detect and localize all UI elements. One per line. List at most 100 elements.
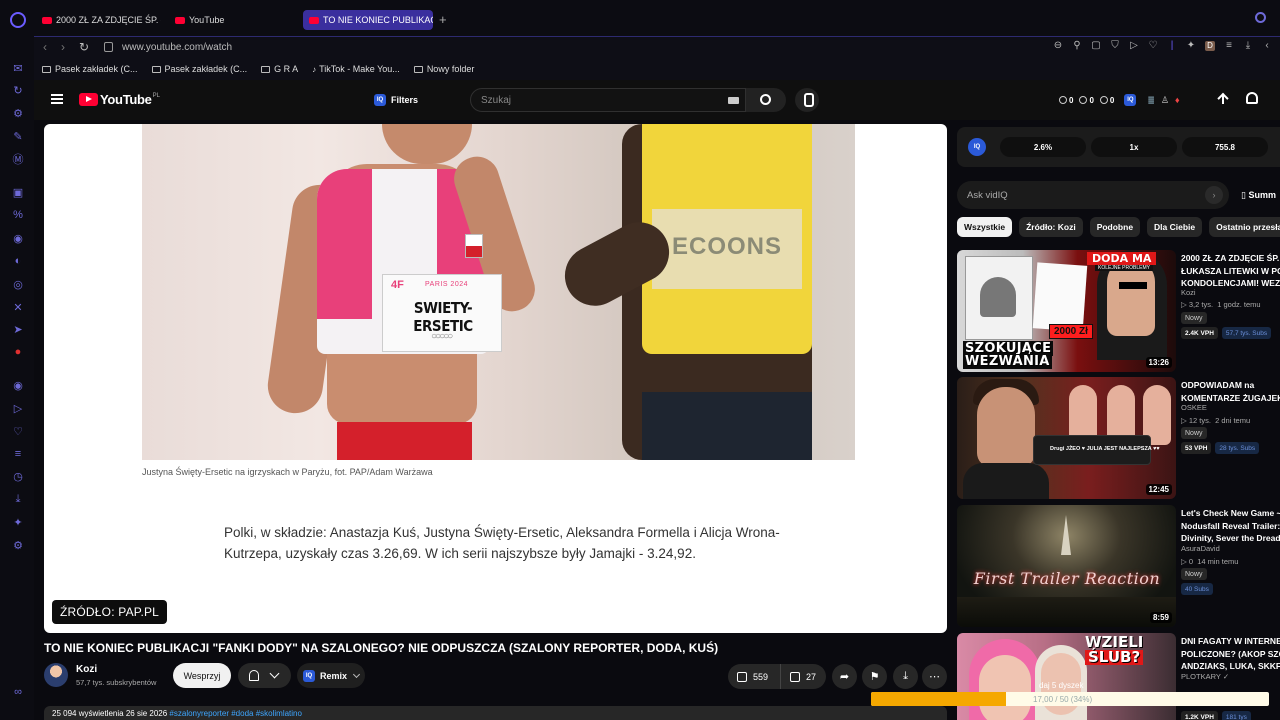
- more-icon[interactable]: ∞: [11, 685, 25, 699]
- play-icon[interactable]: ▷: [1129, 41, 1139, 51]
- download-icon[interactable]: ⤓: [1243, 41, 1253, 51]
- search-input[interactable]: [471, 89, 701, 111]
- video-thumbnail[interactable]: 2000 Zł DODA MA KOLEJNE PROBLEMY SZOKUJĄ…: [957, 250, 1176, 372]
- twitch-icon[interactable]: ▣: [11, 185, 25, 199]
- bookmark-3[interactable]: G R A: [261, 64, 298, 74]
- filters-button[interactable]: IQ Filters: [374, 91, 418, 109]
- instagram-icon[interactable]: ◎: [11, 277, 25, 291]
- iq-stat-vph[interactable]: 755.8: [1182, 137, 1268, 157]
- voice-search-button[interactable]: [795, 88, 819, 112]
- chip-for-you[interactable]: Dla Ciebie: [1147, 217, 1203, 237]
- remix-button[interactable]: IQ Remix: [297, 663, 365, 688]
- recommended-video[interactable]: 2000 Zł DODA MA KOLEJNE PROBLEMY SZOKUJĄ…: [957, 250, 1280, 374]
- tab-3-active[interactable]: TO NIE KONIEC PUBLIKAC: [303, 10, 433, 30]
- new-tab-button[interactable]: +: [439, 12, 447, 27]
- back-button[interactable]: ‹: [43, 40, 47, 54]
- edit-icon[interactable]: ✎: [11, 129, 25, 143]
- share-button[interactable]: ➦: [832, 664, 857, 689]
- bookmark-1[interactable]: Pasek zakładek (C...: [42, 64, 138, 74]
- stat-watch[interactable]: 0: [1099, 96, 1114, 105]
- iq-stat-engagement[interactable]: 2.6%: [1000, 137, 1086, 157]
- youtube-logo[interactable]: YouTube PL: [79, 92, 160, 107]
- stat-timer[interactable]: 0: [1059, 96, 1073, 105]
- vk-icon[interactable]: ●: [11, 345, 25, 359]
- tab-2[interactable]: YouTube: [169, 10, 289, 30]
- subscription-bell-button[interactable]: [238, 663, 291, 688]
- opera-logo[interactable]: [10, 12, 26, 28]
- chip-all[interactable]: Wszystkie: [957, 217, 1013, 237]
- settings-icon[interactable]: ⚙: [11, 538, 25, 552]
- stat-views[interactable]: 0: [1079, 96, 1094, 105]
- recommended-channel[interactable]: AsuraDavid: [1181, 544, 1220, 553]
- video-thumbnail[interactable]: Drugi JŻEO ♥ JULIA JEST NAJLEPSZA ♥♥ 12:…: [957, 377, 1176, 499]
- menu-icon[interactable]: ≡: [1224, 41, 1234, 51]
- discord-icon[interactable]: ◐: [11, 254, 25, 268]
- like-button[interactable]: 559: [728, 664, 780, 689]
- alert-icon[interactable]: ♦: [1175, 95, 1180, 105]
- video-player[interactable]: 4F PARIS 2024 SWIETY-ERSETIC ○○○○○ ECOON…: [44, 124, 947, 633]
- bookmark-2[interactable]: Pasek zakładek (C...: [151, 64, 247, 74]
- dislike-button[interactable]: 27: [780, 664, 826, 689]
- extensions-icon[interactable]: ✦: [11, 515, 25, 529]
- send-arrow-icon[interactable]: ›: [1205, 186, 1223, 204]
- vidiq-icon[interactable]: IQ: [1124, 94, 1137, 106]
- forward-button[interactable]: ›: [61, 40, 65, 54]
- recommended-title[interactable]: DNI FAGATY W INTERNEC POLICZONE? (AKOP S…: [1181, 635, 1280, 673]
- menu-icon[interactable]: [51, 94, 63, 104]
- chip-similar[interactable]: Podobne: [1089, 217, 1141, 237]
- recommended-channel[interactable]: OSKEE: [1181, 403, 1207, 412]
- channel-name[interactable]: Kozi: [76, 664, 97, 675]
- tab-search-icon[interactable]: [1255, 12, 1266, 23]
- chip-source[interactable]: Źródło: Kozi: [1019, 217, 1083, 237]
- more-icon[interactable]: ‹: [1262, 41, 1272, 51]
- profile-avatar[interactable]: D: [1205, 41, 1215, 51]
- spotify-icon[interactable]: ◉: [11, 378, 25, 392]
- shield-icon[interactable]: ⛉: [1110, 41, 1120, 51]
- download-icon[interactable]: ⤓: [11, 492, 25, 506]
- more-actions-button[interactable]: ⋯: [922, 664, 947, 689]
- recommended-video[interactable]: Drugi JŻEO ♥ JULIA JEST NAJLEPSZA ♥♥ 12:…: [957, 377, 1280, 501]
- channel-avatar[interactable]: [44, 663, 68, 687]
- bookmark-5[interactable]: Nowy folder: [413, 64, 474, 74]
- recommended-channel[interactable]: PLOTKARY ✓: [1181, 672, 1229, 681]
- ask-vidiq-input[interactable]: [957, 181, 1187, 209]
- recommended-video[interactable]: First Trailer Reaction 8:59 Let's Check …: [957, 505, 1280, 629]
- description-tags[interactable]: #szalonyreporter #doda #skolimlatino: [169, 709, 302, 718]
- bookmark-4[interactable]: ♪ TikTok - Make You...: [312, 64, 400, 74]
- summary-button[interactable]: ▯ Summ: [1241, 190, 1276, 201]
- recommended-title[interactable]: ODPOWIADAM na KOMENTARZE ŻUGAJEK: [1181, 379, 1280, 404]
- x-icon[interactable]: ✕: [11, 300, 25, 314]
- messenger-icon[interactable]: ✉: [11, 61, 25, 75]
- percent-icon[interactable]: %: [11, 208, 25, 222]
- chat-icon[interactable]: ◉: [11, 231, 25, 245]
- iq-stat-multiplier[interactable]: 1x: [1091, 137, 1177, 157]
- pin-icon[interactable]: ⚲: [1072, 41, 1082, 51]
- keyboard-icon[interactable]: [728, 97, 739, 104]
- bot-icon[interactable]: ⚙: [11, 106, 25, 120]
- chip-recent[interactable]: Ostatnio przesłan: [1209, 217, 1280, 237]
- reload-button[interactable]: ↻: [79, 40, 89, 54]
- search-button[interactable]: [746, 88, 786, 112]
- extensions-icon[interactable]: ✦: [1186, 41, 1196, 51]
- tab-1[interactable]: 2000 ZŁ ZA ZDJĘCIE ŚP. Ł: [36, 10, 161, 30]
- save-button[interactable]: ⚑: [862, 664, 887, 689]
- zoom-icon[interactable]: ⊖: [1053, 41, 1063, 51]
- snapshot-icon[interactable]: ▢: [1091, 41, 1101, 51]
- mail-icon[interactable]: Ⓜ: [11, 152, 25, 166]
- trophy-icon[interactable]: ♙: [1161, 95, 1169, 106]
- description-box[interactable]: 25 094 wyświetlenia 26 sie 2026 #szalony…: [44, 706, 947, 720]
- history-list-icon[interactable]: ≡: [11, 447, 25, 461]
- support-button[interactable]: Wesprzyj: [173, 663, 231, 688]
- recommended-title[interactable]: Let's Check New Game ~ Nodusfall Reveal …: [1181, 507, 1280, 545]
- download-button[interactable]: ⤓: [893, 664, 918, 689]
- vidiq-logo[interactable]: IQ: [968, 138, 986, 156]
- telegram-icon[interactable]: ➤: [11, 322, 25, 336]
- url-field[interactable]: www.youtube.com/watch: [122, 42, 232, 53]
- heart-icon[interactable]: ♡: [1148, 41, 1158, 51]
- recommended-video[interactable]: WZIELI ŚLUB? DNI FAGATY W INTERNEC POLICZ…: [957, 633, 1280, 720]
- upload-icon[interactable]: [1216, 92, 1230, 106]
- video-thumbnail[interactable]: First Trailer Reaction 8:59: [957, 505, 1176, 627]
- heart-icon[interactable]: ♡: [11, 424, 25, 438]
- notifications-icon[interactable]: [1246, 92, 1258, 104]
- recommended-title[interactable]: 2000 ZŁ ZA ZDJĘCIE ŚP. ŁUKASZA LITEWKI W…: [1181, 252, 1280, 290]
